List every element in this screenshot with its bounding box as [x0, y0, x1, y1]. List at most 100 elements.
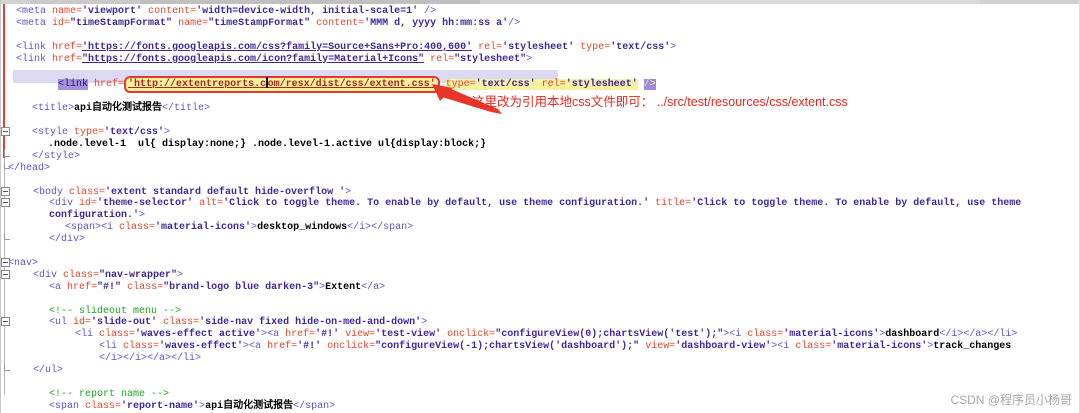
code-token: > [670, 41, 677, 53]
code-line: </div> [0, 234, 1080, 246]
code-line: <meta id="timeStampFormat" name="timeSta… [0, 18, 1080, 30]
code-token: <li [99, 341, 124, 353]
code-token: > [526, 53, 533, 65]
code-token: class= [163, 317, 200, 329]
code-token: <li [75, 329, 100, 341]
code-token: name= [178, 17, 209, 29]
fold-toggle-icon[interactable] [1, 317, 10, 327]
code-token: "timeStampFormat" [208, 17, 311, 29]
code-token: </ul> [33, 365, 64, 377]
code-token: "stylesheet" [454, 53, 527, 65]
code-token: </i></i></a></li> [99, 353, 202, 365]
code-token: <body [33, 186, 70, 198]
fold-toggle-icon[interactable] [1, 127, 10, 136]
code-line: configuration.'> [0, 210, 1080, 222]
code-token: '#!' [315, 329, 340, 341]
code-token: href= [267, 341, 298, 353]
code-token: class= [85, 400, 122, 412]
code-token: <link [16, 53, 53, 65]
code-token: 'text/css' [610, 41, 671, 53]
code-token: <div [33, 269, 64, 281]
code-token: 'material-icons' [831, 341, 928, 353]
code-token: api自动化测试报告 [74, 103, 163, 115]
code-token: 'width=device-width, initial-scale=1' [196, 6, 419, 17]
code-token: <span [49, 400, 86, 412]
code-line: <div id='theme-selector' alt='Click to t… [0, 198, 1080, 210]
code-token: "timeStampFormat" [70, 17, 173, 29]
fold-end-marker [4, 161, 10, 169]
code-token: Extent [325, 281, 362, 293]
code-token: ><i [771, 341, 796, 353]
code-line: <meta name='viewport' content='width=dev… [0, 6, 1080, 18]
code-token: 'waves-effect active' [135, 329, 262, 341]
code-token: rel= [541, 79, 566, 91]
code-token: track_changes [933, 341, 1012, 353]
code-token: </i></a></li> [939, 329, 1018, 341]
code-editor[interactable]: <meta name='viewport' content='width=dev… [0, 4, 1080, 413]
code-token: "configureView(-1);chartsView('dashboard… [375, 341, 640, 353]
code-token: onclick= [327, 341, 376, 353]
code-line: </i></i></a></li> [0, 353, 1080, 365]
code-line: </ul> [0, 365, 1080, 377]
code-token: <!-- report name --> [49, 388, 170, 400]
code-line: <style type='text/css'> [0, 127, 1080, 139]
code-token: class= [795, 341, 832, 353]
code-token: 'https://fonts.googleapis.com/css?family… [82, 41, 473, 53]
code-token: class= [99, 329, 136, 341]
code-token: 'theme-selector' [97, 198, 194, 210]
watermark: CSDN @程序员小杨哥 [950, 393, 1072, 407]
code-token: id= [79, 198, 98, 210]
code-token: 'side-nav fixed hide-on-med-and-down' [199, 317, 422, 329]
code-token: 'slide-out' [91, 317, 158, 329]
code-token: <link [16, 41, 53, 53]
fold-toggle-icon[interactable] [1, 269, 10, 279]
code-token: <meta [16, 17, 53, 29]
code-token: 'MMM d, yyyy hh:mm:ss a' [364, 17, 509, 29]
code-line: .node.level-1 ul{ display:none;} .node.l… [0, 139, 1080, 151]
code-token: 'stylesheet' [565, 79, 638, 91]
code-line: <li class='waves-effect'><a href='#!' on… [0, 341, 1080, 353]
code-token: <meta [16, 6, 53, 17]
code-line: <!-- report name --> [0, 389, 1080, 401]
code-token: href= [52, 53, 83, 65]
annotation-text: 这里改为引用本地css文件即可： ../src/test/resources/c… [472, 95, 848, 109]
code-line: <link href="https://fonts.googleapis.com… [0, 54, 1080, 66]
code-token: > [139, 210, 146, 222]
code-token: href= [94, 79, 125, 91]
fold-toggle-icon[interactable] [1, 186, 10, 196]
code-token: content= [316, 17, 365, 29]
code-token: > [177, 269, 184, 281]
code-token: 'text/css' [104, 127, 165, 138]
fold-toggle-icon[interactable] [1, 257, 10, 267]
code-token: "brand-logo blue darken-3" [163, 281, 320, 293]
code-token: </a> [361, 281, 386, 293]
code-token: </style> [32, 150, 81, 162]
code-token: <nav> [8, 257, 39, 269]
code-line: <div class="nav-wrapper"> [0, 270, 1080, 282]
code-token: ><i [723, 329, 748, 341]
code-token: configuration.' [49, 210, 140, 222]
code-token: class= [123, 341, 160, 353]
code-token: href= [67, 281, 98, 293]
code-token: 'material-icons' [783, 329, 880, 341]
fold-toggle-icon[interactable] [1, 198, 10, 208]
code-token: </head> [8, 162, 51, 174]
code-token: <title> [32, 103, 75, 115]
code-line: </style> [0, 151, 1080, 163]
fold-end-marker [4, 149, 10, 157]
code-token: view= [345, 329, 376, 341]
code-token: class= [119, 222, 156, 234]
code-line: <span class='report-name'>api自动化测试报告</sp… [0, 401, 1080, 413]
code-line: <body class='extent standard default hid… [0, 187, 1080, 199]
code-token: </title> [162, 103, 211, 115]
code-line: <nav> [0, 258, 1080, 270]
code-token: ><a [243, 341, 268, 353]
code-line: <a href="#!" class="brand-logo blue dark… [0, 282, 1080, 294]
code-token: 'waves-effect' [159, 341, 244, 353]
code-token: class= [69, 186, 106, 198]
code-token: .node.level-1 ul{ display:none;} .node.l… [48, 138, 487, 150]
